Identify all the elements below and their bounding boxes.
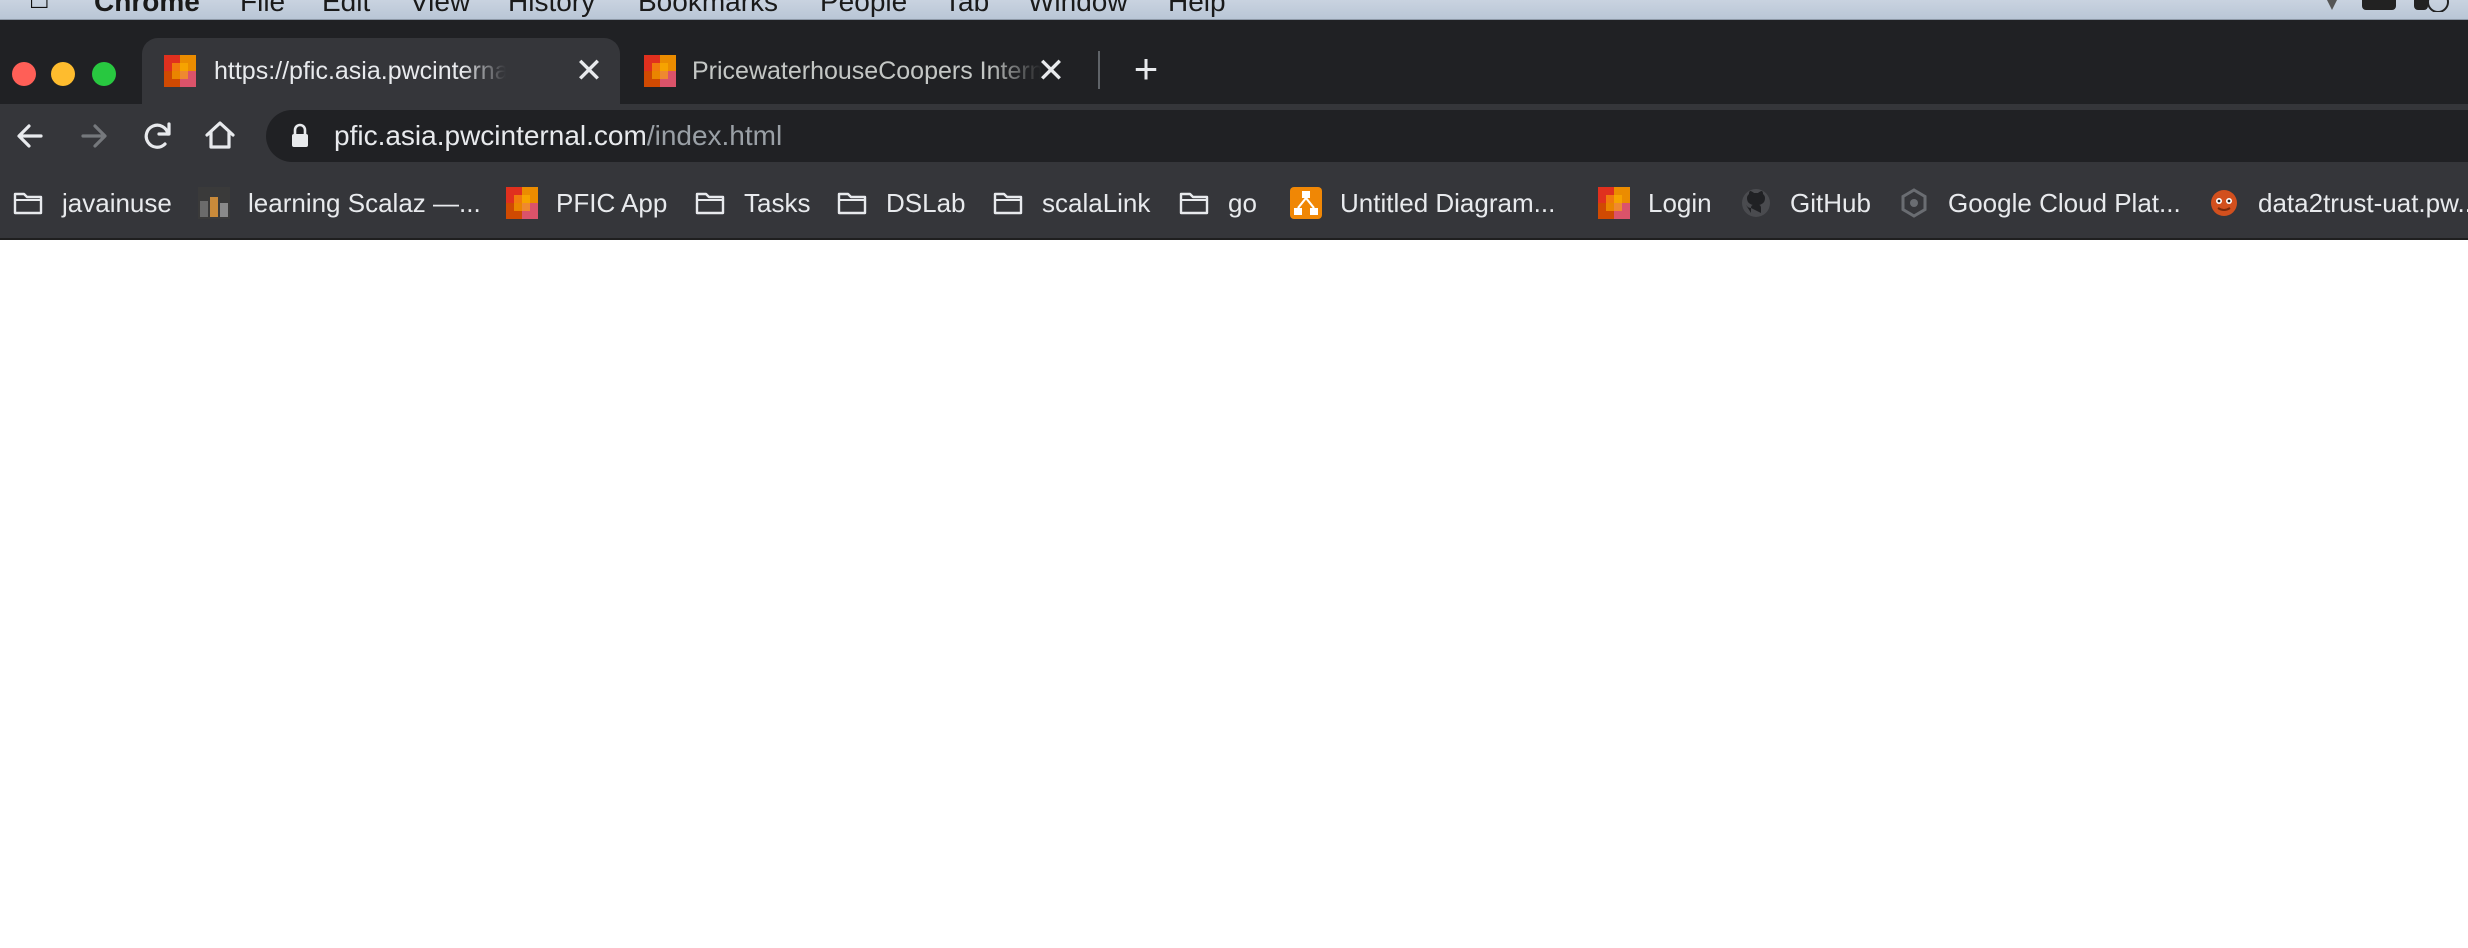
tab-pfic[interactable]: https://pfic.asia.pwcinternal.com/index.… xyxy=(142,38,620,104)
bookmark-label: scalaLink xyxy=(1042,187,1151,218)
forward-arrow-icon[interactable] xyxy=(72,114,116,158)
bookmark-learning-scalaz[interactable]: learning Scalaz —... xyxy=(198,168,481,238)
url-path: /index.html xyxy=(646,120,783,151)
folder-icon xyxy=(695,192,725,215)
menu-view[interactable]: View xyxy=(410,0,470,18)
menu-help[interactable]: Help xyxy=(1168,0,1226,18)
gcp-icon xyxy=(1901,188,1927,218)
page-content-area xyxy=(0,240,2468,948)
site-thumbnail-icon xyxy=(198,187,230,219)
reload-icon[interactable] xyxy=(136,114,180,158)
bookmark-go[interactable]: go xyxy=(1178,168,1257,238)
pwc-logo-icon xyxy=(164,55,196,87)
bookmark-label: Google Cloud Plat... xyxy=(1948,187,2181,218)
drawio-icon xyxy=(1290,187,1322,219)
url-text[interactable]: pfic.asia.pwcinternal.com/index.html xyxy=(334,110,782,162)
bookmark-label: go xyxy=(1228,187,1257,218)
bookmark-login[interactable]: Login xyxy=(1598,168,1712,238)
bookmark-label: data2trust-uat.pw... xyxy=(2258,187,2468,218)
folder-icon xyxy=(1179,192,1209,215)
pwc-logo-icon xyxy=(506,187,538,219)
menu-file[interactable]: File xyxy=(240,0,285,18)
info-tray-icon[interactable] xyxy=(2410,0,2450,12)
bookmark-scalalink[interactable]: scalaLink xyxy=(992,168,1150,238)
folder-icon xyxy=(837,192,867,215)
new-tab-button[interactable]: + xyxy=(1124,48,1168,92)
tab-close-icon[interactable]: ✕ xyxy=(1032,52,1070,90)
home-icon[interactable] xyxy=(198,114,242,158)
tab-separator xyxy=(1098,51,1100,89)
vpn-tray-icon[interactable] xyxy=(2318,0,2346,12)
bookmark-untitled-diagram[interactable]: Untitled Diagram... xyxy=(1290,168,1555,238)
menu-history[interactable]: History xyxy=(508,0,595,18)
menu-tab[interactable]: Tab xyxy=(944,0,989,18)
menu-app-name[interactable]: Chrome xyxy=(94,0,200,18)
bookmark-label: Untitled Diagram... xyxy=(1340,187,1556,218)
browser-toolbar: pfic.asia.pwcinternal.com/index.html xyxy=(0,104,2468,168)
bookmark-label: Login xyxy=(1648,187,1712,218)
bookmark-pfic-app[interactable]: PFIC App xyxy=(506,168,667,238)
window-close-button[interactable] xyxy=(12,62,36,86)
bookmark-label: PFIC App xyxy=(556,187,668,218)
bookmark-tasks[interactable]: Tasks xyxy=(694,168,810,238)
github-icon xyxy=(1742,189,1770,217)
menu-people[interactable]: People xyxy=(820,0,907,18)
back-arrow-icon[interactable] xyxy=(8,114,52,158)
folder-icon xyxy=(13,192,43,215)
apple-menu-icon[interactable]:  xyxy=(28,0,51,16)
bookmark-github[interactable]: GitHub xyxy=(1740,168,1871,238)
bookmark-javainuse[interactable]: javainuse xyxy=(12,168,172,238)
pwc-logo-icon xyxy=(644,55,676,87)
bookmark-data2trust[interactable]: data2trust-uat.pw... xyxy=(2208,168,2468,238)
mascot-icon xyxy=(2211,190,2237,216)
menu-bookmarks[interactable]: Bookmarks xyxy=(638,0,778,18)
tab-pwc-international[interactable]: PricewaterhouseCoopers International ✕ xyxy=(632,38,1092,104)
macos-menu-bar:  Chrome File Edit View History Bookmark… xyxy=(0,0,2468,20)
bookmarks-bar: javainuse learning Scalaz —... PFIC App … xyxy=(0,168,2468,240)
bookmark-google-cloud[interactable]: Google Cloud Plat... xyxy=(1898,168,2181,238)
bookmark-label: DSLab xyxy=(886,187,966,218)
url-host: pfic.asia.pwcinternal.com xyxy=(334,120,647,151)
pwc-logo-icon xyxy=(1598,187,1630,219)
bookmark-label: Tasks xyxy=(744,187,811,218)
lock-icon[interactable] xyxy=(290,123,310,149)
tab-title: https://pfic.asia.pwcinternal.com/index.… xyxy=(214,57,506,85)
bookmark-dslab[interactable]: DSLab xyxy=(836,168,966,238)
bookmark-label: GitHub xyxy=(1790,187,1871,218)
tab-close-icon[interactable]: ✕ xyxy=(570,52,608,90)
menu-window[interactable]: Window xyxy=(1028,0,1128,18)
menu-edit[interactable]: Edit xyxy=(322,0,370,18)
folder-icon xyxy=(993,192,1023,215)
battery-tray-icon[interactable] xyxy=(2360,0,2400,12)
tab-title: PricewaterhouseCoopers International xyxy=(692,57,1042,85)
address-bar[interactable]: pfic.asia.pwcinternal.com/index.html xyxy=(266,110,2468,162)
bookmark-label: javainuse xyxy=(62,187,172,218)
bookmark-label: learning Scalaz —... xyxy=(248,187,481,218)
window-zoom-button[interactable] xyxy=(92,62,116,86)
window-minimize-button[interactable] xyxy=(51,62,75,86)
